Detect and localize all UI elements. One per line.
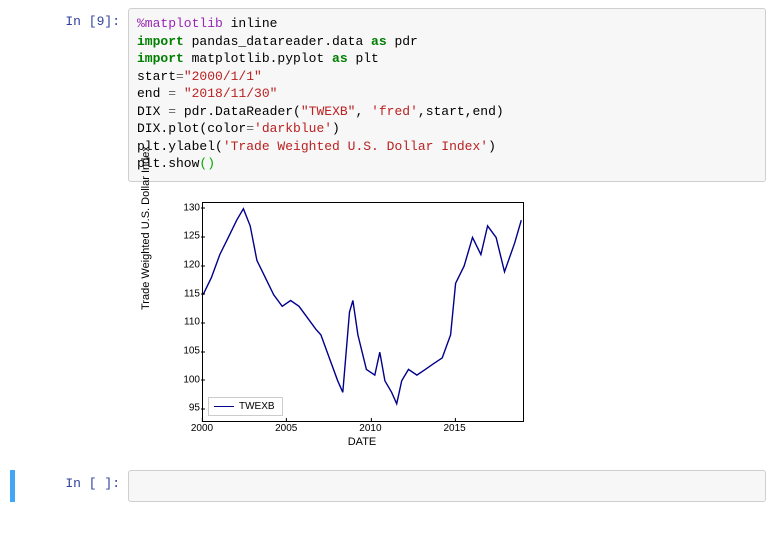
cell-9-output: Trade Weighted U.S. Dollar Index TWEXB D… [10,192,766,452]
ytick: 115 [184,288,200,299]
prompt-in-empty: In [ ]: [18,470,128,502]
xtick: 2010 [359,423,381,434]
legend-swatch [214,406,234,407]
xtick: 2015 [444,423,466,434]
chart-legend: TWEXB [208,397,283,416]
plot-frame [202,202,524,422]
line-chart: Trade Weighted U.S. Dollar Index TWEXB D… [142,192,542,452]
code-input-empty[interactable] [128,470,766,502]
prompt-in-9: In [9]: [10,8,128,182]
ytick: 105 [183,346,200,357]
chart-ylabel: Trade Weighted U.S. Dollar Index [140,146,152,310]
ytick: 125 [183,231,200,242]
ytick: 100 [183,374,200,385]
ytick: 95 [189,403,200,414]
ytick: 110 [184,317,200,328]
ytick: 130 [183,202,200,213]
xtick: 2000 [191,423,213,434]
ytick: 120 [183,260,200,271]
chart-series-line [203,203,523,421]
code-cell-9: In [9]: %matplotlib inline import pandas… [10,8,766,182]
xtick: 2005 [275,423,297,434]
code-input-9[interactable]: %matplotlib inline import pandas_datarea… [128,8,766,182]
code-cell-empty[interactable]: In [ ]: [10,470,766,502]
chart-xlabel: DATE [202,436,522,448]
legend-label: TWEXB [239,401,275,412]
